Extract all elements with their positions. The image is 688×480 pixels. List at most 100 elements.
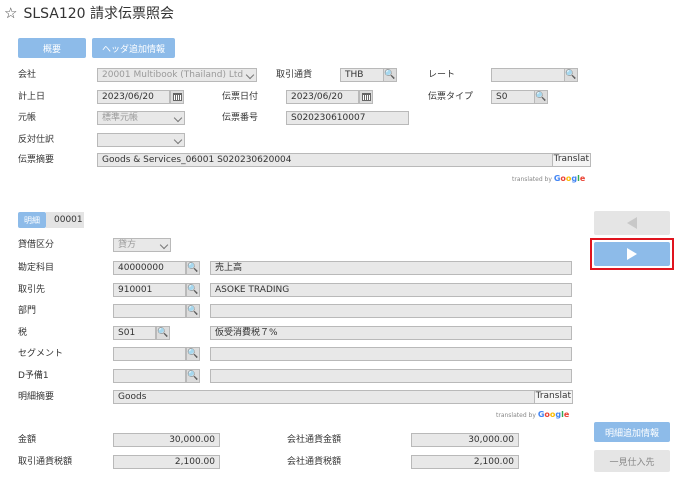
posting-date-input[interactable]: 2023/06/20 xyxy=(97,90,170,104)
doc-type-input[interactable]: S0 xyxy=(491,90,535,104)
translate-button[interactable]: Translat xyxy=(551,154,590,166)
ledger-select[interactable]: 標準元帳 xyxy=(97,111,185,125)
calendar-icon xyxy=(361,93,371,101)
dc-value: 貸方 xyxy=(118,240,137,250)
search-icon: 🔍 xyxy=(187,263,199,273)
rate-input[interactable] xyxy=(491,68,565,82)
doc-no-input[interactable]: S020230610007 xyxy=(286,111,409,125)
doc-date-label: 伝票日付 xyxy=(222,92,259,102)
arrow-left-icon xyxy=(627,217,637,229)
prev-line-button[interactable] xyxy=(594,211,670,235)
customer-code-input[interactable]: 910001 xyxy=(113,283,186,297)
ledger-label: 元帳 xyxy=(18,113,37,123)
dc-label: 貸借区分 xyxy=(18,240,55,250)
rate-label: レート xyxy=(428,70,456,80)
d1-code-input[interactable] xyxy=(113,369,186,383)
account-label: 勘定科目 xyxy=(18,263,55,273)
page-title: SLSA120 請求伝票照会 xyxy=(23,6,175,22)
title-bar: ☆ SLSA120 請求伝票照会 xyxy=(4,2,174,24)
customer-label: 取引先 xyxy=(18,285,46,295)
detail-line-number: 00001 xyxy=(46,212,84,228)
company-amount-input[interactable]: 30,000.00 xyxy=(411,433,519,447)
company-value: 20001 Multibook (Thailand) Ltd xyxy=(102,70,244,80)
doc-date-picker[interactable] xyxy=(359,90,373,104)
company-select[interactable]: 20001 Multibook (Thailand) Ltd xyxy=(97,68,257,82)
company-label: 会社 xyxy=(18,70,37,80)
line-summary-label: 明細摘要 xyxy=(18,392,55,402)
segment-name-input[interactable] xyxy=(210,347,572,361)
search-icon: 🔍 xyxy=(187,371,199,381)
tab-header-extra[interactable]: ヘッダ追加情報 xyxy=(92,38,175,58)
chevron-down-icon xyxy=(159,240,169,250)
tax-code-input[interactable]: S01 xyxy=(113,326,156,340)
currency-label: 取引通貨 xyxy=(276,70,313,80)
one-time-supplier-button[interactable]: 一見仕入先 xyxy=(594,450,670,472)
amount-label: 金額 xyxy=(18,435,37,445)
dept-search-button[interactable]: 🔍 xyxy=(186,304,200,318)
google-logo: Google xyxy=(537,410,570,419)
dc-select[interactable]: 貸方 xyxy=(113,238,171,252)
search-icon: 🔍 xyxy=(565,70,577,80)
translated-by-text: translated by xyxy=(512,176,552,183)
customer-name-input[interactable]: ASOKE TRADING xyxy=(210,283,572,297)
company-tax-label: 会社通貨税額 xyxy=(287,457,342,467)
ledger-value: 標準元帳 xyxy=(102,113,139,123)
line-summary-value: Goods xyxy=(118,392,147,402)
segment-search-button[interactable]: 🔍 xyxy=(186,347,200,361)
google-translate-attribution: translated by Google xyxy=(496,410,569,419)
segment-code-input[interactable] xyxy=(113,347,186,361)
search-icon: 🔍 xyxy=(535,92,547,102)
search-icon: 🔍 xyxy=(157,328,169,338)
segment-label: セグメント xyxy=(18,349,64,359)
detail-extra-button[interactable]: 明細追加情報 xyxy=(594,422,670,442)
d1-label: D予備1 xyxy=(18,371,49,381)
tax-search-button[interactable]: 🔍 xyxy=(156,326,170,340)
search-icon: 🔍 xyxy=(384,70,396,80)
account-code-input[interactable]: 40000000 xyxy=(113,261,186,275)
company-amount-label: 会社通貨金額 xyxy=(287,435,342,445)
d1-name-input[interactable] xyxy=(210,369,572,383)
posting-date-picker[interactable] xyxy=(170,90,184,104)
amount-input[interactable]: 30,000.00 xyxy=(113,433,220,447)
currency-input[interactable]: THB xyxy=(340,68,384,82)
arrow-right-icon xyxy=(627,248,637,260)
summary-label: 伝票摘要 xyxy=(18,155,55,165)
next-line-button[interactable] xyxy=(594,242,670,266)
dept-label: 部門 xyxy=(18,306,37,316)
account-search-button[interactable]: 🔍 xyxy=(186,261,200,275)
dept-name-input[interactable] xyxy=(210,304,572,318)
account-name-input[interactable]: 売上高 xyxy=(210,261,572,275)
rate-search-button[interactable]: 🔍 xyxy=(564,68,578,82)
reverse-label: 反対仕訳 xyxy=(18,135,55,145)
doc-no-label: 伝票番号 xyxy=(222,113,259,123)
company-tax-input[interactable]: 2,100.00 xyxy=(411,455,519,469)
currency-search-button[interactable]: 🔍 xyxy=(383,68,397,82)
google-translate-attribution: translated by Google xyxy=(512,174,585,183)
posting-date-label: 計上日 xyxy=(18,92,46,102)
tax-code-label: 税 xyxy=(18,328,28,338)
search-icon: 🔍 xyxy=(187,349,199,359)
tax-name-input[interactable]: 仮受消費税７% xyxy=(210,326,572,340)
google-logo: Google xyxy=(553,174,586,183)
customer-search-button[interactable]: 🔍 xyxy=(186,283,200,297)
reverse-select[interactable] xyxy=(97,133,185,147)
doc-type-search-button[interactable]: 🔍 xyxy=(534,90,548,104)
doc-date-input[interactable]: 2023/06/20 xyxy=(286,90,359,104)
search-icon: 🔍 xyxy=(187,285,199,295)
translated-by-text: translated by xyxy=(496,412,536,419)
chevron-down-icon xyxy=(173,135,183,145)
calendar-icon xyxy=(172,93,182,101)
line-summary-input[interactable]: Goods Translat xyxy=(113,390,573,404)
search-icon: 🔍 xyxy=(187,306,199,316)
tab-detail[interactable]: 明細 xyxy=(18,212,46,228)
chevron-down-icon xyxy=(173,113,183,123)
dept-code-input[interactable] xyxy=(113,304,186,318)
chevron-down-icon xyxy=(245,70,255,80)
d1-search-button[interactable]: 🔍 xyxy=(186,369,200,383)
summary-input[interactable]: Goods & Services_06001 S020230620004 Tra… xyxy=(97,153,591,167)
tab-overview[interactable]: 概要 xyxy=(18,38,86,58)
tax-amount-label: 取引通貨税額 xyxy=(18,457,73,467)
tax-amount-input[interactable]: 2,100.00 xyxy=(113,455,220,469)
favorite-star-icon[interactable]: ☆ xyxy=(4,5,17,21)
translate-button[interactable]: Translat xyxy=(533,391,572,403)
